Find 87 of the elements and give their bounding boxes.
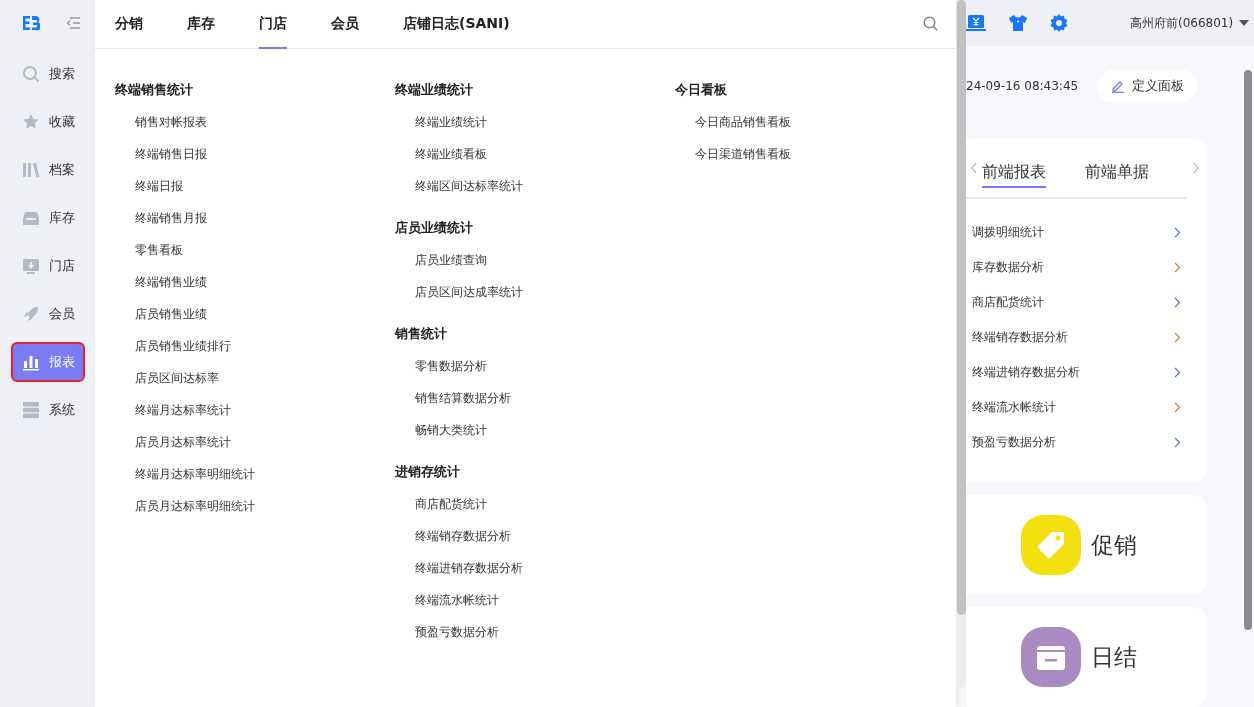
shirt-icon[interactable]	[1008, 14, 1028, 33]
group-title: 店员业绩统计	[395, 219, 474, 237]
menu-item[interactable]: 销售对帐报表	[135, 113, 207, 131]
menu-tab[interactable]: 店铺日志(SANI)	[403, 0, 510, 49]
chevron-right-icon	[1174, 226, 1181, 238]
books-icon	[21, 161, 40, 179]
menu-item[interactable]: 店员业绩查询	[415, 251, 487, 269]
chevron-right-icon	[1174, 331, 1181, 343]
group-title: 终端销售统计	[115, 81, 194, 99]
menu-item[interactable]: 今日渠道销售看板	[695, 145, 791, 163]
menu-item[interactable]: 零售看板	[135, 241, 183, 259]
cash-register-icon[interactable]	[966, 14, 986, 33]
menu-item[interactable]: 畅销大类统计	[415, 421, 487, 439]
scrollbar-thumb[interactable]	[1244, 70, 1252, 630]
rocket-icon	[21, 305, 40, 323]
menu-item[interactable]: 终端业绩统计	[415, 113, 487, 131]
menu-item[interactable]: 终端月达标率统计	[135, 401, 231, 419]
sidebar-item[interactable]: 系统	[10, 390, 85, 430]
report-item[interactable]: 终端进销存数据分析	[966, 354, 1207, 390]
chevron-right-icon	[1174, 261, 1181, 273]
caret-icon[interactable]	[1239, 20, 1250, 27]
define-panel-button[interactable]: 定义面板	[1097, 70, 1198, 103]
chevron-left-icon[interactable]	[970, 161, 978, 174]
sidebar-item[interactable]: 门店	[10, 246, 85, 286]
menu-item[interactable]: 店员区间达成率统计	[415, 283, 523, 301]
report-tab[interactable]: 前端报表	[982, 147, 1046, 188]
date-time: 24-09-16 08:43:45	[966, 79, 1080, 94]
shortcut-tile[interactable]: 促销	[966, 495, 1207, 596]
menu-item[interactable]: 终端流水帐统计	[415, 591, 499, 609]
menu-item[interactable]: 终端销存数据分析	[415, 527, 511, 545]
chevron-right-icon	[1174, 366, 1181, 378]
search-icon	[21, 65, 40, 83]
sidebar-item[interactable]: 搜索	[10, 54, 85, 94]
group-title: 今日看板	[675, 81, 728, 99]
report-item[interactable]: 终端流水帐统计	[966, 389, 1207, 425]
menu-item[interactable]: 终端月达标率明细统计	[135, 465, 255, 483]
sidebar-item[interactable]: 档案	[10, 150, 85, 190]
settings-icon[interactable]	[1050, 14, 1068, 33]
logo-icon	[21, 15, 40, 31]
group-title: 销售统计	[395, 325, 448, 343]
tray-icon	[21, 209, 40, 227]
menu-item[interactable]: 预盈亏数据分析	[415, 623, 499, 641]
sidebar-item[interactable]: 会员	[10, 294, 85, 334]
collapse-menu-icon[interactable]	[65, 17, 80, 29]
search-icon[interactable]	[923, 16, 938, 31]
menu-tab[interactable]: 会员	[331, 0, 359, 49]
chevron-right-icon[interactable]	[1192, 161, 1200, 174]
menu-item[interactable]: 店员销售业绩	[135, 305, 207, 323]
report-tab[interactable]: 前端单据	[1085, 147, 1149, 188]
group-title: 进销存统计	[395, 463, 461, 481]
report-item[interactable]: 预盈亏数据分析	[966, 424, 1207, 460]
report-item[interactable]: 调拨明细统计	[966, 214, 1207, 250]
edit-icon	[1111, 79, 1125, 94]
menu-item[interactable]: 终端进销存数据分析	[415, 559, 523, 577]
scrollbar-thumb[interactable]	[957, 0, 966, 615]
sidebar-item[interactable]: 库存	[10, 198, 85, 238]
chevron-right-icon	[1174, 436, 1181, 448]
store-icon	[21, 257, 40, 275]
group-title: 终端业绩统计	[395, 81, 474, 99]
menu-item[interactable]: 店员月达标率明细统计	[135, 497, 255, 515]
menu-item[interactable]: 终端业绩看板	[415, 145, 487, 163]
server-icon	[21, 401, 40, 419]
menu-item[interactable]: 终端日报	[135, 177, 183, 195]
store-name[interactable]: 高州府前(066801)	[1130, 14, 1234, 32]
star-icon	[21, 113, 40, 131]
menu-item[interactable]: 终端销售业绩	[135, 273, 207, 291]
menu-item[interactable]: 销售结算数据分析	[415, 389, 511, 407]
menu-item[interactable]: 店员销售业绩排行	[135, 337, 231, 355]
sidebar-item[interactable]: 收藏	[10, 102, 85, 142]
report-item[interactable]: 终端销存数据分析	[966, 319, 1207, 355]
report-item[interactable]: 商店配货统计	[966, 284, 1207, 320]
menu-item[interactable]: 店员区间达标率	[135, 369, 219, 387]
menu-item[interactable]: 终端销售日报	[135, 145, 207, 163]
menu-item[interactable]: 今日商品销售看板	[695, 113, 791, 131]
menu-tab[interactable]: 门店	[259, 0, 287, 49]
chevron-right-icon	[1174, 296, 1181, 308]
report-item[interactable]: 库存数据分析	[966, 249, 1207, 285]
menu-tab[interactable]: 库存	[187, 0, 215, 49]
menu-tab[interactable]: 分销	[115, 0, 143, 49]
menu-item[interactable]: 终端销售月报	[135, 209, 207, 227]
menu-item[interactable]: 终端区间达标率统计	[415, 177, 523, 195]
shortcut-tile[interactable]: 日结	[966, 607, 1207, 707]
menu-item[interactable]: 店员月达标率统计	[135, 433, 231, 451]
menu-item[interactable]: 零售数据分析	[415, 357, 487, 375]
menu-item[interactable]: 商店配货统计	[415, 495, 487, 513]
chevron-right-icon	[1174, 401, 1181, 413]
chart-icon	[21, 353, 40, 371]
